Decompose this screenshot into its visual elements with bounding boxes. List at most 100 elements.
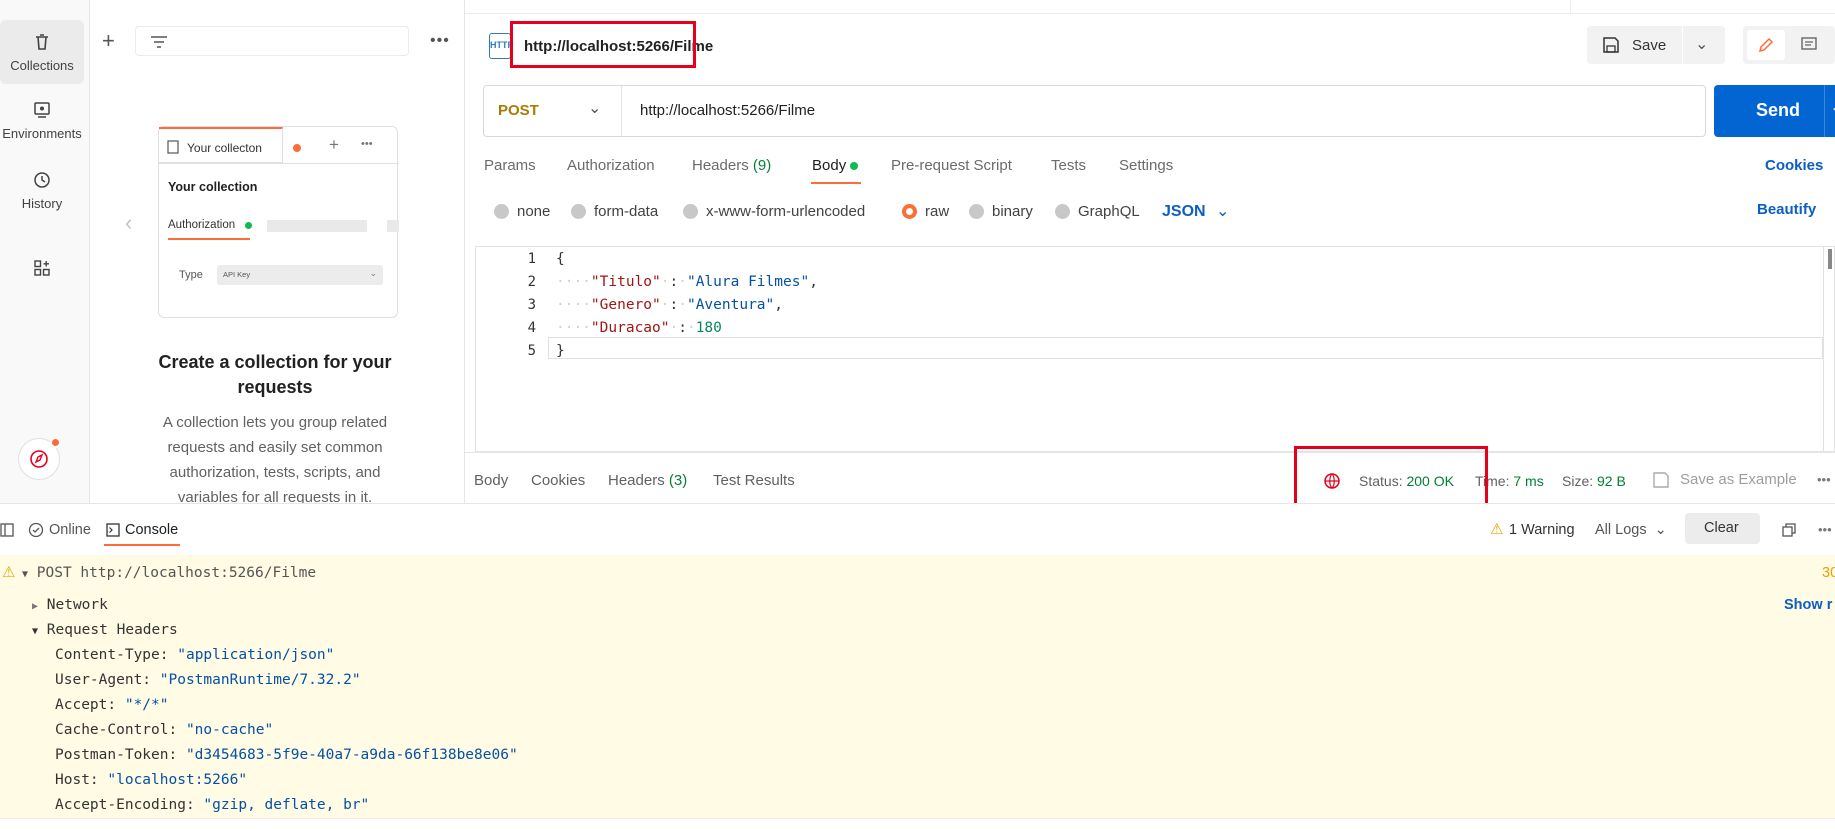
compass-icon <box>30 450 48 468</box>
radio-binary-label: binary <box>992 203 1033 220</box>
all-logs-chevron-icon: ⌄ <box>1654 522 1667 538</box>
rail-apis[interactable] <box>0 258 84 284</box>
line-number: 5 <box>527 343 536 359</box>
body-dot <box>850 162 859 171</box>
header-key: Postman-Token: <box>55 747 178 763</box>
header-row: Cache-Control: "no-cache" <box>55 722 273 738</box>
header-value: "PostmanRuntime/7.32.2" <box>159 672 361 688</box>
response-tab-test-results[interactable]: Test Results <box>713 472 795 489</box>
radio-graphql-dot <box>1055 204 1070 219</box>
preview-type-label: Type <box>179 269 203 281</box>
header-row: Postman-Token: "d3454683-5f9e-40a7-a9da-… <box>55 747 518 763</box>
console-more-icon[interactable]: ••• <box>1818 522 1832 537</box>
http-request-icon: HTTP <box>489 33 514 59</box>
response-tab-body[interactable]: Body <box>474 472 508 489</box>
sidebar-toggle-icon[interactable] <box>0 523 14 537</box>
line-number: 4 <box>527 320 536 336</box>
rail-environments[interactable]: Environments <box>0 100 84 141</box>
beautify-button[interactable]: Beautify <box>1757 201 1816 218</box>
tab-authorization[interactable]: Authorization <box>567 157 655 174</box>
tab-headers-count: (9) <box>752 157 772 174</box>
tab-body[interactable]: Body <box>812 157 859 174</box>
radio-form-data-dot <box>571 204 586 219</box>
radio-graphql[interactable]: GraphQL <box>1055 203 1140 220</box>
network-section[interactable]: ▶ Network <box>32 597 108 613</box>
warning-count[interactable]: 1 Warning <box>1509 522 1575 538</box>
tab-headers[interactable]: Headers (9) <box>692 157 771 174</box>
radio-graphql-label: GraphQL <box>1078 203 1140 220</box>
code-close-brace: } <box>556 343 565 359</box>
radio-form-data[interactable]: form-data <box>571 203 658 220</box>
check-circle-icon <box>28 522 44 538</box>
rail-collections[interactable]: Collections <box>0 20 84 84</box>
log-entry[interactable]: ▼ POST http://localhost:5266/Filme <box>22 565 316 581</box>
bootcamp-button[interactable] <box>18 437 61 480</box>
format-label: JSON <box>1162 203 1206 220</box>
log-entry-label: POST http://localhost:5266/Filme <box>36 565 317 581</box>
preview-more-icon: ••• <box>361 138 373 150</box>
filter-input[interactable] <box>135 26 409 56</box>
show-raw-link[interactable]: Show r <box>1784 597 1832 613</box>
response-headers-label: Headers <box>608 472 665 489</box>
header-value: "d3454683-5f9e-40a7-a9da-66f138be8e06" <box>185 747 518 763</box>
send-button[interactable]: Send ⌄ <box>1714 85 1835 137</box>
document-icon <box>167 140 179 154</box>
all-logs-label: All Logs <box>1595 522 1647 538</box>
rail-history[interactable]: History <box>0 170 84 211</box>
header-key: Content-Type: <box>55 647 169 663</box>
chevron-down-icon[interactable]: ⌄ <box>1695 34 1708 54</box>
edit-mode-button[interactable] <box>1747 30 1785 60</box>
request-headers-label: Request Headers <box>46 622 178 638</box>
url-bar: POST ⌄ http://localhost:5266/Filme <box>483 85 1706 137</box>
request-headers-section[interactable]: ▼ Request Headers <box>32 622 178 638</box>
chevron-left-icon[interactable]: ‹ <box>125 210 132 236</box>
comment-icon[interactable] <box>1800 36 1818 54</box>
format-select[interactable]: JSON ⌄ <box>1162 201 1229 221</box>
url-input[interactable]: http://localhost:5266/Filme <box>640 102 815 119</box>
history-icon <box>34 172 50 188</box>
save-as-example-button[interactable]: Save as Example <box>1680 471 1797 488</box>
editor-scrollbar[interactable] <box>1828 249 1832 269</box>
header-key: Accept: <box>55 697 117 713</box>
response-tab-headers[interactable]: Headers (3) <box>608 472 687 489</box>
code-line: ····"Titulo"·:·"Alura Filmes", <box>556 274 818 290</box>
preview-type-value: API Key <box>223 270 251 279</box>
copy-icon[interactable] <box>1782 523 1796 537</box>
header-row: Content-Type: "application/json" <box>55 647 334 663</box>
tab-settings[interactable]: Settings <box>1119 157 1173 174</box>
radio-urlencoded[interactable]: x-www-form-urlencoded <box>683 203 865 220</box>
clear-button[interactable]: Clear <box>1685 513 1760 544</box>
header-row: Accept-Encoding: "gzip, deflate, br" <box>55 797 369 813</box>
online-status[interactable]: Online <box>49 522 91 538</box>
response-more-icon[interactable]: ••• <box>1817 472 1831 487</box>
tab-prerequest[interactable]: Pre-request Script <box>891 157 1012 174</box>
code-editor[interactable]: 1 2 3 4 5 { ····"Titulo"·:·"Alura Filmes… <box>475 246 1835 452</box>
status-dot <box>245 222 252 229</box>
trash-can-icon <box>36 34 48 50</box>
radio-raw-dot <box>902 204 917 219</box>
header-value: "*/*" <box>124 697 169 713</box>
send-chevron-icon[interactable]: ⌄ <box>1830 97 1835 117</box>
preview-plus-icon: + <box>329 135 339 154</box>
cookies-link[interactable]: Cookies <box>1765 157 1823 174</box>
response-headers-count: (3) <box>668 472 688 489</box>
all-logs-select[interactable]: All Logs ⌄ <box>1595 522 1667 538</box>
grid-add-icon <box>34 260 50 276</box>
code-line: ····"Duracao"·:·180 <box>556 320 722 336</box>
method-select[interactable]: POST ⌄ <box>484 86 622 136</box>
radio-binary[interactable]: binary <box>969 203 1033 220</box>
response-tab-cookies[interactable]: Cookies <box>531 472 585 489</box>
log-timestamp: 30 <box>1822 565 1835 581</box>
tab-params[interactable]: Params <box>484 157 536 174</box>
more-options-icon[interactable]: ••• <box>430 32 450 50</box>
new-collection-button[interactable]: + <box>102 30 115 52</box>
time-value: 7 ms <box>1513 473 1544 489</box>
header-value: "gzip, deflate, br" <box>203 797 370 813</box>
radio-raw[interactable]: raw <box>902 203 949 220</box>
save-button[interactable]: Save ⌄ <box>1587 26 1725 64</box>
highlight-status <box>1294 446 1488 506</box>
radio-none[interactable]: none <box>494 203 550 220</box>
console-tab[interactable]: Console <box>125 522 178 538</box>
line-number: 1 <box>527 251 536 267</box>
tab-tests[interactable]: Tests <box>1051 157 1086 174</box>
